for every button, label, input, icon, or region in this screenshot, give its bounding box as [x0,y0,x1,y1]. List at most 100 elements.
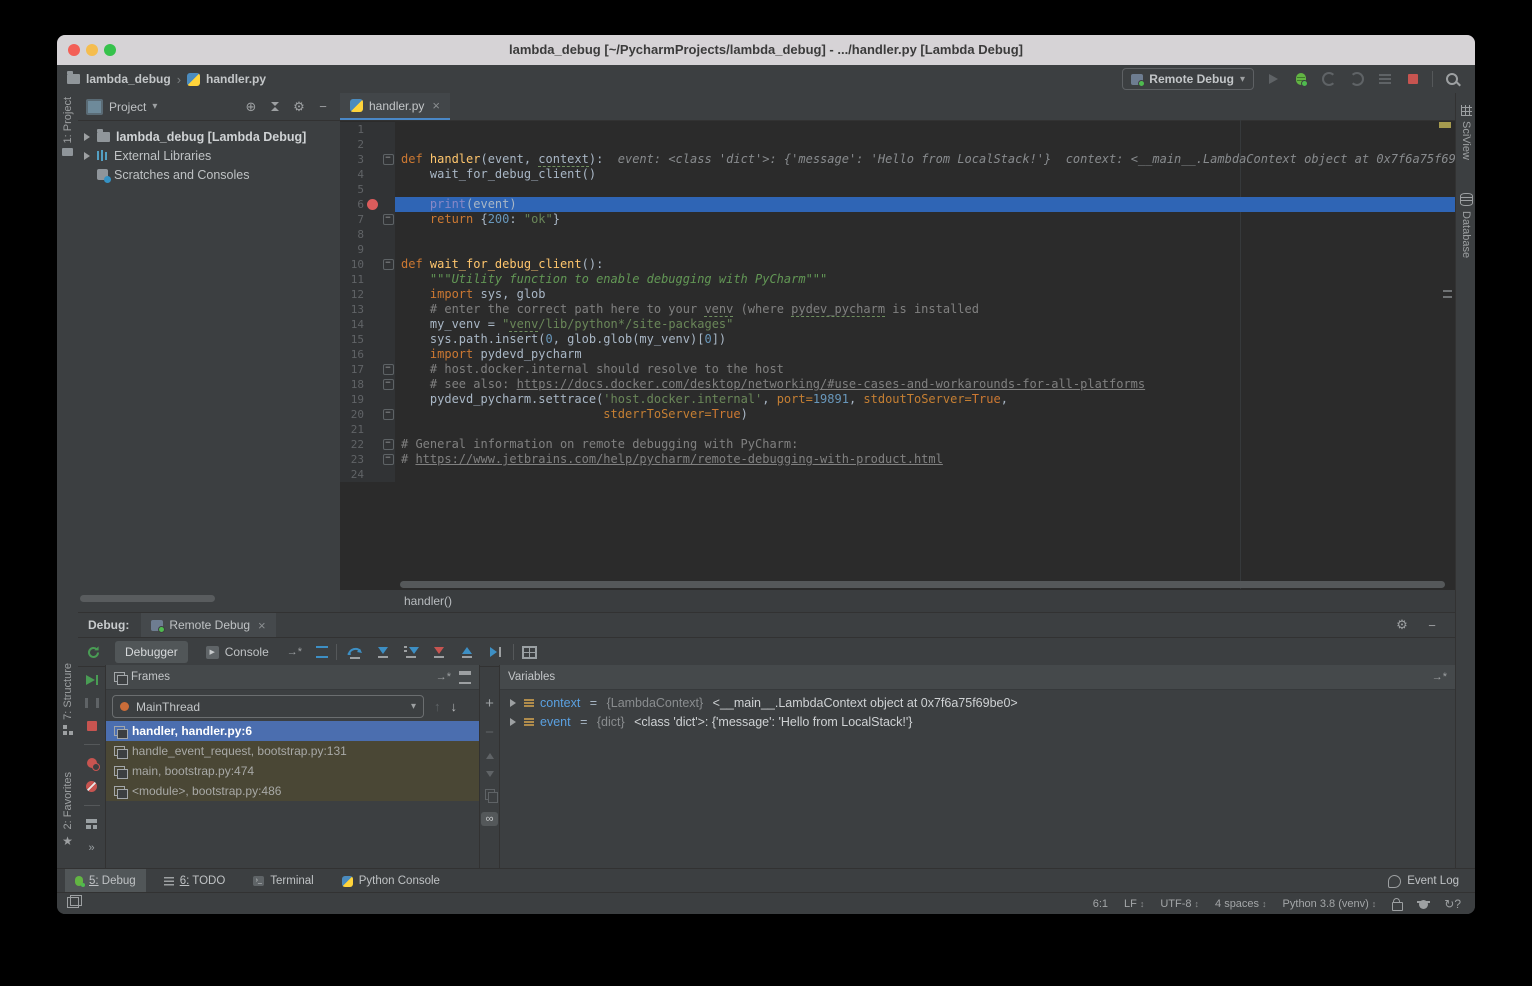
show-watches-icon[interactable]: ∞ [481,812,498,826]
code-line-8[interactable]: 8 [340,227,1455,242]
project-panel-title[interactable]: Project [109,100,146,114]
code-line-22[interactable]: 22−# General information on remote debug… [340,437,1455,452]
editor-gutter[interactable]: 18− [340,377,395,392]
code-line-7[interactable]: 7− return {200: "ok"} [340,212,1455,227]
code-line-5[interactable]: 5 [340,182,1455,197]
code-line-9[interactable]: 9 [340,242,1455,257]
move-up-icon[interactable] [486,753,494,759]
encoding-selector[interactable]: UTF-8↕ [1160,898,1199,910]
rerun-icon[interactable] [86,645,101,660]
horizontal-scrollbar[interactable] [80,595,215,602]
code-text[interactable]: wait_for_debug_client() [395,167,1455,182]
code-text[interactable]: # https://www.jetbrains.com/help/pycharm… [395,452,1455,467]
tool-stripe-project[interactable]: 1: Project [57,97,78,156]
editor-gutter[interactable]: 21 [340,422,395,437]
code-line-1[interactable]: 1 [340,122,1455,137]
expand-variable-icon[interactable] [510,718,516,726]
stack-frame-row[interactable]: handle_event_request, bootstrap.py:131 [106,741,479,761]
stack-frame-row[interactable]: handler, handler.py:6 [106,721,479,741]
stop-button[interactable] [1404,70,1422,88]
editor-gutter[interactable]: 17− [340,362,395,377]
toolwindow-python-console[interactable]: Python Console [332,869,450,893]
code-text[interactable]: sys.path.insert(0, glob.glob(my_venv)[0]… [395,332,1455,347]
code-line-3[interactable]: 3−def handler(event, context): event: <c… [340,152,1455,167]
code-text[interactable]: my_venv = "venv/lib/python*/site-package… [395,317,1455,332]
editor-gutter[interactable]: 5 [340,182,395,197]
toolwindow-terminal[interactable]: ›_ Terminal [243,869,323,893]
code-text[interactable]: pydevd_pycharm.settrace('host.docker.int… [395,392,1455,407]
editor-gutter[interactable]: 16 [340,347,395,362]
step-over-button[interactable] [345,646,365,659]
editor-gutter[interactable]: 22 − [340,437,395,452]
line-number[interactable]: 12 [340,287,364,302]
code-area[interactable]: 12 3−def handler(event, context): event: … [340,120,1455,590]
hide-debug-panel-button[interactable]: − [1423,616,1441,634]
toolwindow-toggle-button[interactable] [57,897,79,911]
pin-panel-icon[interactable]: →* [1432,671,1447,683]
line-number[interactable]: 1 [340,122,364,137]
panel-settings-button[interactable]: ⚙ [290,98,308,116]
editor-gutter[interactable]: 15 [340,332,395,347]
fold-marker-icon[interactable]: − [383,439,394,450]
editor-gutter[interactable]: 24 [340,467,395,482]
variable-row[interactable]: context = {LambdaContext} <__main__.Lamb… [500,693,1455,712]
sync-status-icon[interactable]: ↻? [1444,897,1461,911]
add-watch-icon[interactable]: + [485,695,494,712]
toolwindow-todo[interactable]: 6: TODO [154,869,236,893]
editor-gutter[interactable]: 7− [340,212,395,227]
debug-session-tab[interactable]: Remote Debug × [141,613,275,637]
breadcrumb-project[interactable]: lambda_debug [86,72,171,86]
tab-debugger[interactable]: Debugger [115,641,188,663]
pause-program-icon[interactable] [85,698,99,708]
fold-marker-icon[interactable]: − [383,259,394,270]
editor-gutter[interactable]: 23− [340,452,395,467]
fold-marker-icon[interactable]: − [383,214,394,225]
minimize-window-button[interactable] [86,44,98,56]
show-execution-point-icon[interactable] [316,646,328,658]
line-number[interactable]: 16 [340,347,364,362]
breakpoint-icon[interactable] [367,199,378,210]
editor-gutter[interactable]: 8 [340,227,395,242]
line-number[interactable]: 22 [340,437,364,452]
inspections-highlighting-icon[interactable] [1419,900,1428,909]
event-log-button[interactable]: Event Log [1388,875,1475,888]
interpreter-selector[interactable]: Python 3.8 (venv)↕ [1283,898,1377,910]
pin-tab-icon[interactable]: →* [287,646,302,658]
code-text[interactable] [395,467,1455,482]
code-text[interactable] [395,137,1455,152]
line-number[interactable]: 15 [340,332,364,347]
collapse-all-button[interactable] [266,98,284,116]
line-number[interactable]: 11 [340,272,364,287]
code-line-23[interactable]: 23−# https://www.jetbrains.com/help/pych… [340,452,1455,467]
stack-frame-row[interactable]: <module>, bootstrap.py:486 [106,781,479,801]
editor-gutter[interactable]: 9 [340,242,395,257]
remove-watch-icon[interactable]: − [485,724,494,741]
close-window-button[interactable] [68,44,80,56]
line-number[interactable]: 19 [340,392,364,407]
debug-button[interactable] [1292,70,1310,88]
stop-icon[interactable] [87,721,97,731]
run-config-selector[interactable]: Remote Debug ▾ [1122,68,1254,90]
code-line-14[interactable]: 14 my_venv = "venv/lib/python*/site-pack… [340,317,1455,332]
line-number[interactable]: 3 [340,152,364,167]
duplicate-watch-icon[interactable] [485,789,495,800]
editor-gutter[interactable]: 19 [340,392,395,407]
line-number[interactable]: 6 [340,197,364,212]
line-number[interactable]: 7 [340,212,364,227]
toolwindow-debug[interactable]: 5: Debug [65,869,146,893]
editor-gutter[interactable]: 6 [340,197,395,212]
restore-layout-icon[interactable] [86,819,97,829]
line-number[interactable]: 10 [340,257,364,272]
horizontal-scrollbar[interactable] [400,581,1445,588]
force-step-into-button[interactable] [429,647,449,658]
code-text[interactable]: import pydevd_pycharm [395,347,1455,362]
code-text[interactable]: # enter the correct path here to your ve… [395,302,1455,317]
panel-menu-icon[interactable] [459,671,471,684]
caret-position-indicator[interactable]: 6:1 [1093,898,1108,910]
line-number[interactable]: 4 [340,167,364,182]
close-session-icon[interactable]: × [258,618,266,633]
run-to-cursor-button[interactable] [485,647,505,657]
fold-marker-icon[interactable]: − [383,364,394,375]
run-button[interactable] [1264,70,1282,88]
chevron-down-icon[interactable]: ▾ [152,101,157,112]
